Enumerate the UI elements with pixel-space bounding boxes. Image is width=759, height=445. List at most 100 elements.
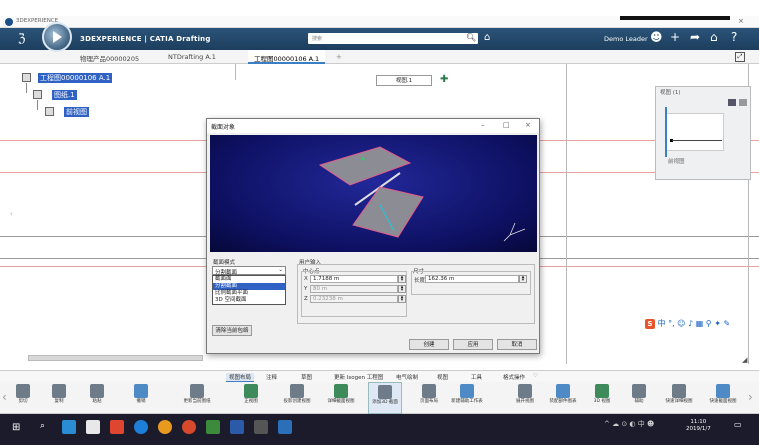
action-projection[interactable]: 投影创建视图 — [280, 382, 314, 414]
close-icon[interactable]: × — [525, 121, 531, 129]
action-unfold-view[interactable]: 展开视图 — [508, 382, 542, 414]
heart-icon[interactable]: ♡ — [533, 373, 538, 379]
window-close-icon[interactable]: × — [738, 17, 744, 25]
action-3d-section[interactable]: 添加3D 截面 — [368, 382, 402, 414]
action-assembly[interactable]: 装配部件图表 — [546, 382, 580, 414]
taskbar-app-icon[interactable] — [206, 420, 220, 434]
list-view-icon[interactable] — [739, 99, 747, 106]
length-stepper[interactable]: ▴ ▾ — [519, 275, 527, 283]
action-label: 投影创建视图 — [283, 399, 311, 404]
length-field[interactable]: 162.36 m — [425, 275, 519, 283]
restore-icon[interactable]: □ — [503, 121, 510, 129]
help-icon[interactable]: ? — [731, 30, 737, 44]
action-page-layout[interactable]: 页面布局 — [412, 382, 446, 414]
section-mode-select[interactable]: 分割截面 ⌄ — [212, 266, 286, 276]
user-name[interactable]: Demo Leader — [604, 35, 648, 43]
taskbar-app-icon[interactable] — [134, 420, 148, 434]
tree-view[interactable]: 前视图 — [64, 107, 89, 117]
ds-logo-icon[interactable]: ℨ — [18, 31, 25, 45]
action-label: 新建辅助工作表 — [451, 399, 483, 404]
taskbar-app-icon[interactable] — [158, 420, 172, 434]
action-paste[interactable]: 粘贴 — [80, 382, 114, 414]
x-stepper[interactable]: ▴ ▾ — [398, 275, 406, 283]
compass-icon[interactable] — [42, 22, 72, 52]
home-icon[interactable]: ⌂ — [710, 30, 718, 44]
action-undo[interactable]: 撤销 — [124, 382, 158, 414]
y-field[interactable]: 80 m — [310, 285, 398, 293]
section-mode-list[interactable]: 截面面 分割截面 比例截面平面 3D 空间截面 — [212, 275, 286, 305]
tab-electrical[interactable]: 电气绘制 — [396, 373, 418, 381]
taskbar-app-icon[interactable] — [62, 420, 76, 434]
taskbar-search-icon[interactable]: ⌕ — [40, 421, 45, 431]
3d-preview[interactable] — [210, 135, 537, 252]
section-mode-option[interactable]: 截面面 — [213, 276, 285, 283]
view-thumbnail[interactable] — [666, 113, 724, 151]
action-aux[interactable]: 辅助 — [622, 382, 656, 414]
share-icon[interactable]: ➦ — [690, 30, 700, 44]
section-mode-option[interactable]: 比例截面平面 — [213, 290, 285, 297]
tree-root[interactable]: 工程图00000106 A.1 — [38, 73, 113, 83]
clear-envelope-button[interactable]: 清除当前包络 — [212, 325, 252, 336]
undo-icon — [134, 384, 148, 398]
apply-button[interactable]: 应用 — [453, 339, 493, 350]
windows-start-icon[interactable]: ⊞ — [12, 422, 20, 433]
tab-tools[interactable]: 工具 — [471, 373, 482, 381]
tab-physical-product[interactable]: 物理产品00000205 — [80, 53, 139, 63]
tab-annotation[interactable]: 注释 — [266, 373, 277, 381]
taskbar-app-icon[interactable] — [110, 420, 124, 434]
add-view-icon[interactable]: ✚ — [440, 74, 448, 85]
tab-sketch[interactable]: 草图 — [301, 373, 312, 381]
new-tab-icon[interactable]: + — [336, 53, 342, 61]
z-field[interactable]: 0.23238 m — [310, 295, 398, 303]
user-avatar-icon[interactable]: ☻ — [650, 30, 663, 44]
resize-grip-icon[interactable]: ◢ — [742, 356, 747, 364]
action-update-sheet[interactable]: 更新当前图纸 — [180, 382, 214, 414]
action-copy[interactable]: 复制 — [42, 382, 76, 414]
taskbar-app-icon[interactable] — [278, 420, 292, 434]
view-name-field[interactable]: 视图.1 — [376, 75, 432, 86]
tab-format[interactable]: 格式操作 — [503, 373, 525, 381]
action-quick-detail[interactable]: 快速详细视图 — [662, 382, 696, 414]
ime-toolbar[interactable]: S 中 °, ☺ ♪ ▦ ⚲ ✦ ✎ — [645, 318, 745, 330]
add-icon[interactable]: + — [670, 30, 680, 44]
tag-icon[interactable]: ⌂ — [484, 32, 490, 43]
action-cut[interactable]: 剪切 — [6, 382, 40, 414]
tab-view[interactable]: 视图 — [437, 373, 448, 381]
taskbar-clock[interactable]: 11:10 2019/1/7 — [686, 419, 711, 433]
z-stepper[interactable]: ▴ ▾ — [398, 295, 406, 303]
create-button[interactable]: 创建 — [409, 339, 449, 350]
x-field[interactable]: 1.7188 m — [310, 275, 398, 283]
minimize-icon[interactable]: – — [481, 121, 485, 129]
search-icon[interactable]: 🔍︎ — [466, 33, 476, 42]
action-new-sheet[interactable]: 新建辅助工作表 — [450, 382, 484, 414]
canvas-horizontal-scrollbar[interactable] — [28, 355, 203, 361]
grid-view-icon[interactable] — [728, 99, 736, 106]
action-front-view[interactable]: 正视图 — [234, 382, 268, 414]
section-mode-option[interactable]: 3D 空间截面 — [213, 297, 285, 304]
upper-plane[interactable] — [318, 146, 412, 186]
tab-drawing-active[interactable]: 工程图00000106 A.1 — [248, 50, 326, 64]
chevron-down-icon[interactable]: ⌄ — [278, 267, 283, 273]
cancel-button[interactable]: 取消 — [497, 339, 537, 350]
taskbar-app-icon[interactable] — [230, 420, 244, 434]
maximize-icon[interactable]: ⤢ — [735, 52, 745, 62]
notification-icon[interactable]: ▭ — [734, 420, 742, 429]
system-tray[interactable]: ^ ☁ ⊙ ◐ 中 ☻ — [604, 419, 654, 429]
action-quick-section[interactable]: 快速截面视图 — [706, 382, 740, 414]
action-bar: ‹ › 剪切 复制 粘贴 撤销 更新当前图纸 正视图 投影创建视图 详细截面视图… — [0, 382, 759, 414]
search-input[interactable]: 搜索 🔍︎ — [308, 33, 478, 44]
section-mode-option-selected[interactable]: 分割截面 — [213, 283, 285, 290]
lower-plane[interactable] — [352, 186, 424, 238]
tab-ntdrafting[interactable]: NTDrafting A.1 — [168, 53, 216, 61]
taskbar-app-icon[interactable] — [254, 420, 268, 434]
scroll-left-icon[interactable]: ‹ — [10, 210, 13, 218]
taskbar-app-icon[interactable] — [182, 420, 196, 434]
y-stepper[interactable]: ▴ ▾ — [398, 285, 406, 293]
action-detail-section[interactable]: 详细截面视图 — [324, 382, 358, 414]
taskbar-app-icon[interactable] — [86, 420, 100, 434]
scroll-right-icon[interactable]: › — [748, 390, 753, 404]
ime-logo-icon[interactable]: S — [645, 319, 655, 329]
action-3d-view[interactable]: 3D 视图 — [585, 382, 619, 414]
tree-sheet[interactable]: 图纸.1 — [52, 90, 77, 100]
tab-isogen[interactable]: 更新 Isogen 工程图 — [334, 373, 383, 381]
